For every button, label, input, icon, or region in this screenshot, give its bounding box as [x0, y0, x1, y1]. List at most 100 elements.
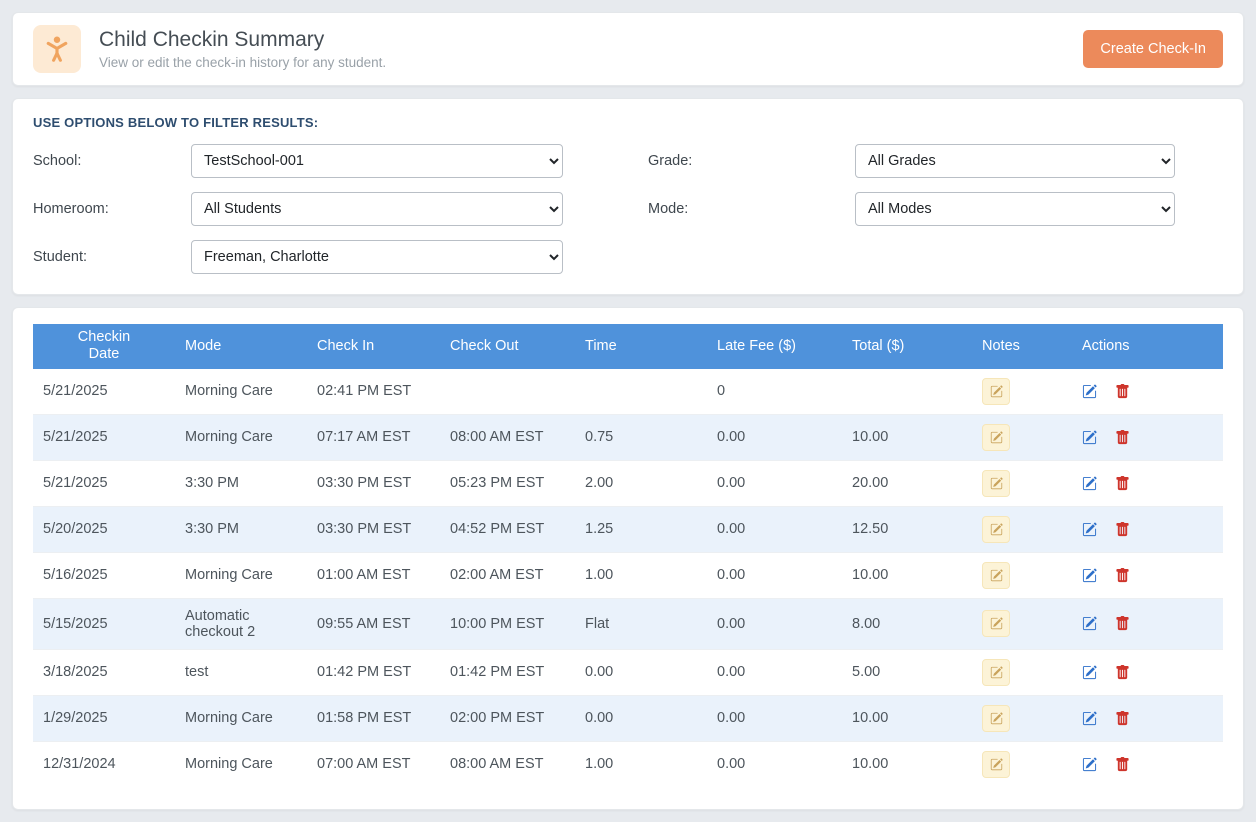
edit-icon[interactable] — [1082, 522, 1097, 537]
notes-button[interactable] — [982, 751, 1010, 778]
delete-icon[interactable] — [1115, 665, 1130, 680]
notes-button[interactable] — [982, 470, 1010, 497]
child-icon-box — [33, 25, 81, 73]
table-row: 12/31/2024 Morning Care 07:00 AM EST 08:… — [33, 741, 1223, 787]
cell-check-in: 03:30 PM EST — [307, 460, 440, 506]
cell-late-fee: 0.00 — [707, 506, 842, 552]
cell-checkin-date: 5/21/2025 — [33, 414, 175, 460]
page-title: Child Checkin Summary — [99, 28, 386, 52]
school-label: School: — [33, 153, 191, 169]
mode-select[interactable]: All Modes — [855, 192, 1175, 226]
cell-notes — [972, 552, 1072, 598]
create-checkin-button[interactable]: Create Check-In — [1083, 30, 1223, 68]
edit-icon[interactable] — [1082, 568, 1097, 583]
cell-time: 1.25 — [575, 506, 707, 552]
cell-notes — [972, 414, 1072, 460]
col-time: Time — [575, 324, 707, 369]
delete-icon[interactable] — [1115, 711, 1130, 726]
cell-time: 2.00 — [575, 460, 707, 506]
cell-actions — [1072, 506, 1223, 552]
cell-checkin-date: 5/15/2025 — [33, 598, 175, 649]
cell-actions — [1072, 598, 1223, 649]
delete-icon[interactable] — [1115, 757, 1130, 772]
table-header: Checkin Date Mode Check In Check Out Tim… — [33, 324, 1223, 369]
cell-actions — [1072, 741, 1223, 787]
cell-mode: Morning Care — [175, 414, 307, 460]
table-row: 5/21/2025 Morning Care 07:17 AM EST 08:0… — [33, 414, 1223, 460]
cell-late-fee: 0.00 — [707, 695, 842, 741]
note-pencil-icon — [990, 385, 1003, 398]
cell-total — [842, 369, 972, 415]
col-check-out: Check Out — [440, 324, 575, 369]
cell-check-in: 01:42 PM EST — [307, 649, 440, 695]
delete-icon[interactable] — [1115, 476, 1130, 491]
edit-icon[interactable] — [1082, 384, 1097, 399]
notes-button[interactable] — [982, 516, 1010, 543]
delete-icon[interactable] — [1115, 522, 1130, 537]
delete-icon[interactable] — [1115, 384, 1130, 399]
cell-check-in: 01:58 PM EST — [307, 695, 440, 741]
school-select[interactable]: TestSchool-001 — [191, 144, 563, 178]
table-row: 5/21/2025 3:30 PM 03:30 PM EST 05:23 PM … — [33, 460, 1223, 506]
cell-total: 12.50 — [842, 506, 972, 552]
cell-total: 8.00 — [842, 598, 972, 649]
filter-panel: USE OPTIONS BELOW TO FILTER RESULTS: Sch… — [12, 98, 1244, 295]
notes-button[interactable] — [982, 562, 1010, 589]
note-pencil-icon — [990, 712, 1003, 725]
cell-check-in: 09:55 AM EST — [307, 598, 440, 649]
filter-grid: School: TestSchool-001 Grade: All Grades… — [33, 144, 1223, 274]
edit-icon[interactable] — [1082, 616, 1097, 631]
col-total: Total ($) — [842, 324, 972, 369]
cell-total: 10.00 — [842, 552, 972, 598]
cell-time: 1.00 — [575, 552, 707, 598]
cell-total: 10.00 — [842, 695, 972, 741]
cell-actions — [1072, 369, 1223, 415]
cell-total: 5.00 — [842, 649, 972, 695]
edit-icon[interactable] — [1082, 665, 1097, 680]
col-actions: Actions — [1072, 324, 1223, 369]
cell-late-fee: 0.00 — [707, 598, 842, 649]
notes-button[interactable] — [982, 378, 1010, 405]
edit-icon[interactable] — [1082, 476, 1097, 491]
cell-check-out: 10:00 PM EST — [440, 598, 575, 649]
cell-mode: 3:30 PM — [175, 506, 307, 552]
cell-check-in: 03:30 PM EST — [307, 506, 440, 552]
table-row: 5/20/2025 3:30 PM 03:30 PM EST 04:52 PM … — [33, 506, 1223, 552]
notes-button[interactable] — [982, 610, 1010, 637]
homeroom-select[interactable]: All Students — [191, 192, 563, 226]
grade-select[interactable]: All Grades — [855, 144, 1175, 178]
title-block: Child Checkin Summary View or edit the c… — [99, 28, 386, 70]
notes-button[interactable] — [982, 705, 1010, 732]
cell-mode: test — [175, 649, 307, 695]
cell-late-fee: 0.00 — [707, 414, 842, 460]
cell-notes — [972, 369, 1072, 415]
note-pencil-icon — [990, 617, 1003, 630]
note-pencil-icon — [990, 523, 1003, 536]
edit-icon[interactable] — [1082, 757, 1097, 772]
cell-mode: Morning Care — [175, 552, 307, 598]
cell-check-in: 02:41 PM EST — [307, 369, 440, 415]
notes-button[interactable] — [982, 424, 1010, 451]
cell-notes — [972, 460, 1072, 506]
student-select[interactable]: Freeman, Charlotte — [191, 240, 563, 274]
delete-icon[interactable] — [1115, 568, 1130, 583]
col-checkin-date: Checkin Date — [33, 324, 175, 369]
edit-icon[interactable] — [1082, 430, 1097, 445]
notes-button[interactable] — [982, 659, 1010, 686]
note-pencil-icon — [990, 477, 1003, 490]
cell-notes — [972, 506, 1072, 552]
cell-checkin-date: 5/21/2025 — [33, 369, 175, 415]
cell-check-out: 02:00 AM EST — [440, 552, 575, 598]
filter-heading: USE OPTIONS BELOW TO FILTER RESULTS: — [33, 115, 1223, 130]
delete-icon[interactable] — [1115, 430, 1130, 445]
filter-mode: Mode: All Modes — [648, 192, 1223, 226]
cell-late-fee: 0 — [707, 369, 842, 415]
grade-label: Grade: — [648, 153, 855, 169]
cell-checkin-date: 1/29/2025 — [33, 695, 175, 741]
edit-icon[interactable] — [1082, 711, 1097, 726]
cell-notes — [972, 649, 1072, 695]
delete-icon[interactable] — [1115, 616, 1130, 631]
cell-time: Flat — [575, 598, 707, 649]
cell-checkin-date: 5/20/2025 — [33, 506, 175, 552]
cell-check-out: 08:00 AM EST — [440, 414, 575, 460]
